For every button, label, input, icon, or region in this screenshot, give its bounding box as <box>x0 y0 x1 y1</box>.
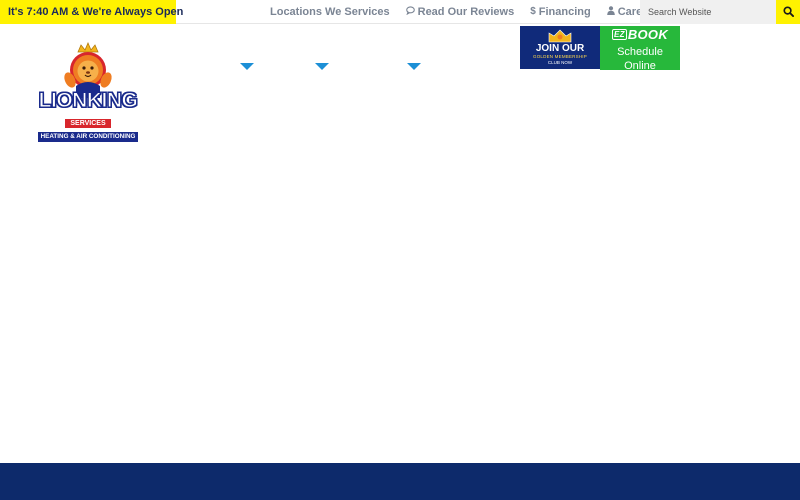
ezbook-logo-main: BOOK <box>627 27 669 42</box>
locations-link-label: Locations We Services <box>270 6 390 18</box>
utility-links: Locations We Services Read Our Reviews $… <box>262 0 667 24</box>
locations-link[interactable]: Locations We Services <box>262 6 398 18</box>
top-utility-bar: It's 7:40 AM & We're Always Open Locatio… <box>0 0 800 24</box>
golden-membership-club-button[interactable]: JOIN OUR GOLDEN MEMBERSHIP CLUB NOW <box>520 26 600 69</box>
club-badge-icon <box>548 29 572 43</box>
speech-bubble-icon <box>405 6 415 18</box>
reviews-link-label: Read Our Reviews <box>417 6 515 18</box>
club-title: JOIN OUR <box>535 43 585 54</box>
logo-tagline: HEATING & AIR CONDITIONING <box>38 132 138 142</box>
footer-band <box>0 463 800 500</box>
club-cta: CLUB NOW <box>547 60 573 65</box>
reviews-link[interactable]: Read Our Reviews <box>398 6 523 18</box>
schedule-online-button[interactable]: EZ BOOK Schedule Online <box>600 26 680 72</box>
financing-link[interactable]: $ Financing <box>522 6 599 18</box>
logo-wordmark: LIONKING SERVICES HEATING & AIR CONDITIO… <box>34 89 142 142</box>
page: It's 7:40 AM & We're Always Open Locatio… <box>0 0 800 500</box>
ezbook-logo-prefix: EZ <box>611 29 627 40</box>
user-icon <box>606 6 615 18</box>
nav-dropdown-caret-icon[interactable] <box>240 63 254 70</box>
search-icon <box>782 5 794 20</box>
logo-name: LIONKING <box>38 89 138 112</box>
search-input[interactable] <box>640 0 776 24</box>
nav-dropdown-caret-icon[interactable] <box>407 63 421 70</box>
schedule-online-label: Schedule Online <box>617 46 663 72</box>
search-bar <box>640 0 800 24</box>
search-button[interactable] <box>776 0 800 24</box>
dollar-icon: $ <box>530 6 536 17</box>
nav-dropdown-caret-icon[interactable] <box>315 63 329 70</box>
logo-services: SERVICES <box>65 119 111 128</box>
ezbook-logo: EZ BOOK <box>600 28 680 42</box>
lionking-logo[interactable]: LIONKING SERVICES HEATING & AIR CONDITIO… <box>34 42 142 148</box>
financing-link-label: Financing <box>538 6 591 18</box>
open-hours-banner: It's 7:40 AM & We're Always Open <box>0 0 183 24</box>
